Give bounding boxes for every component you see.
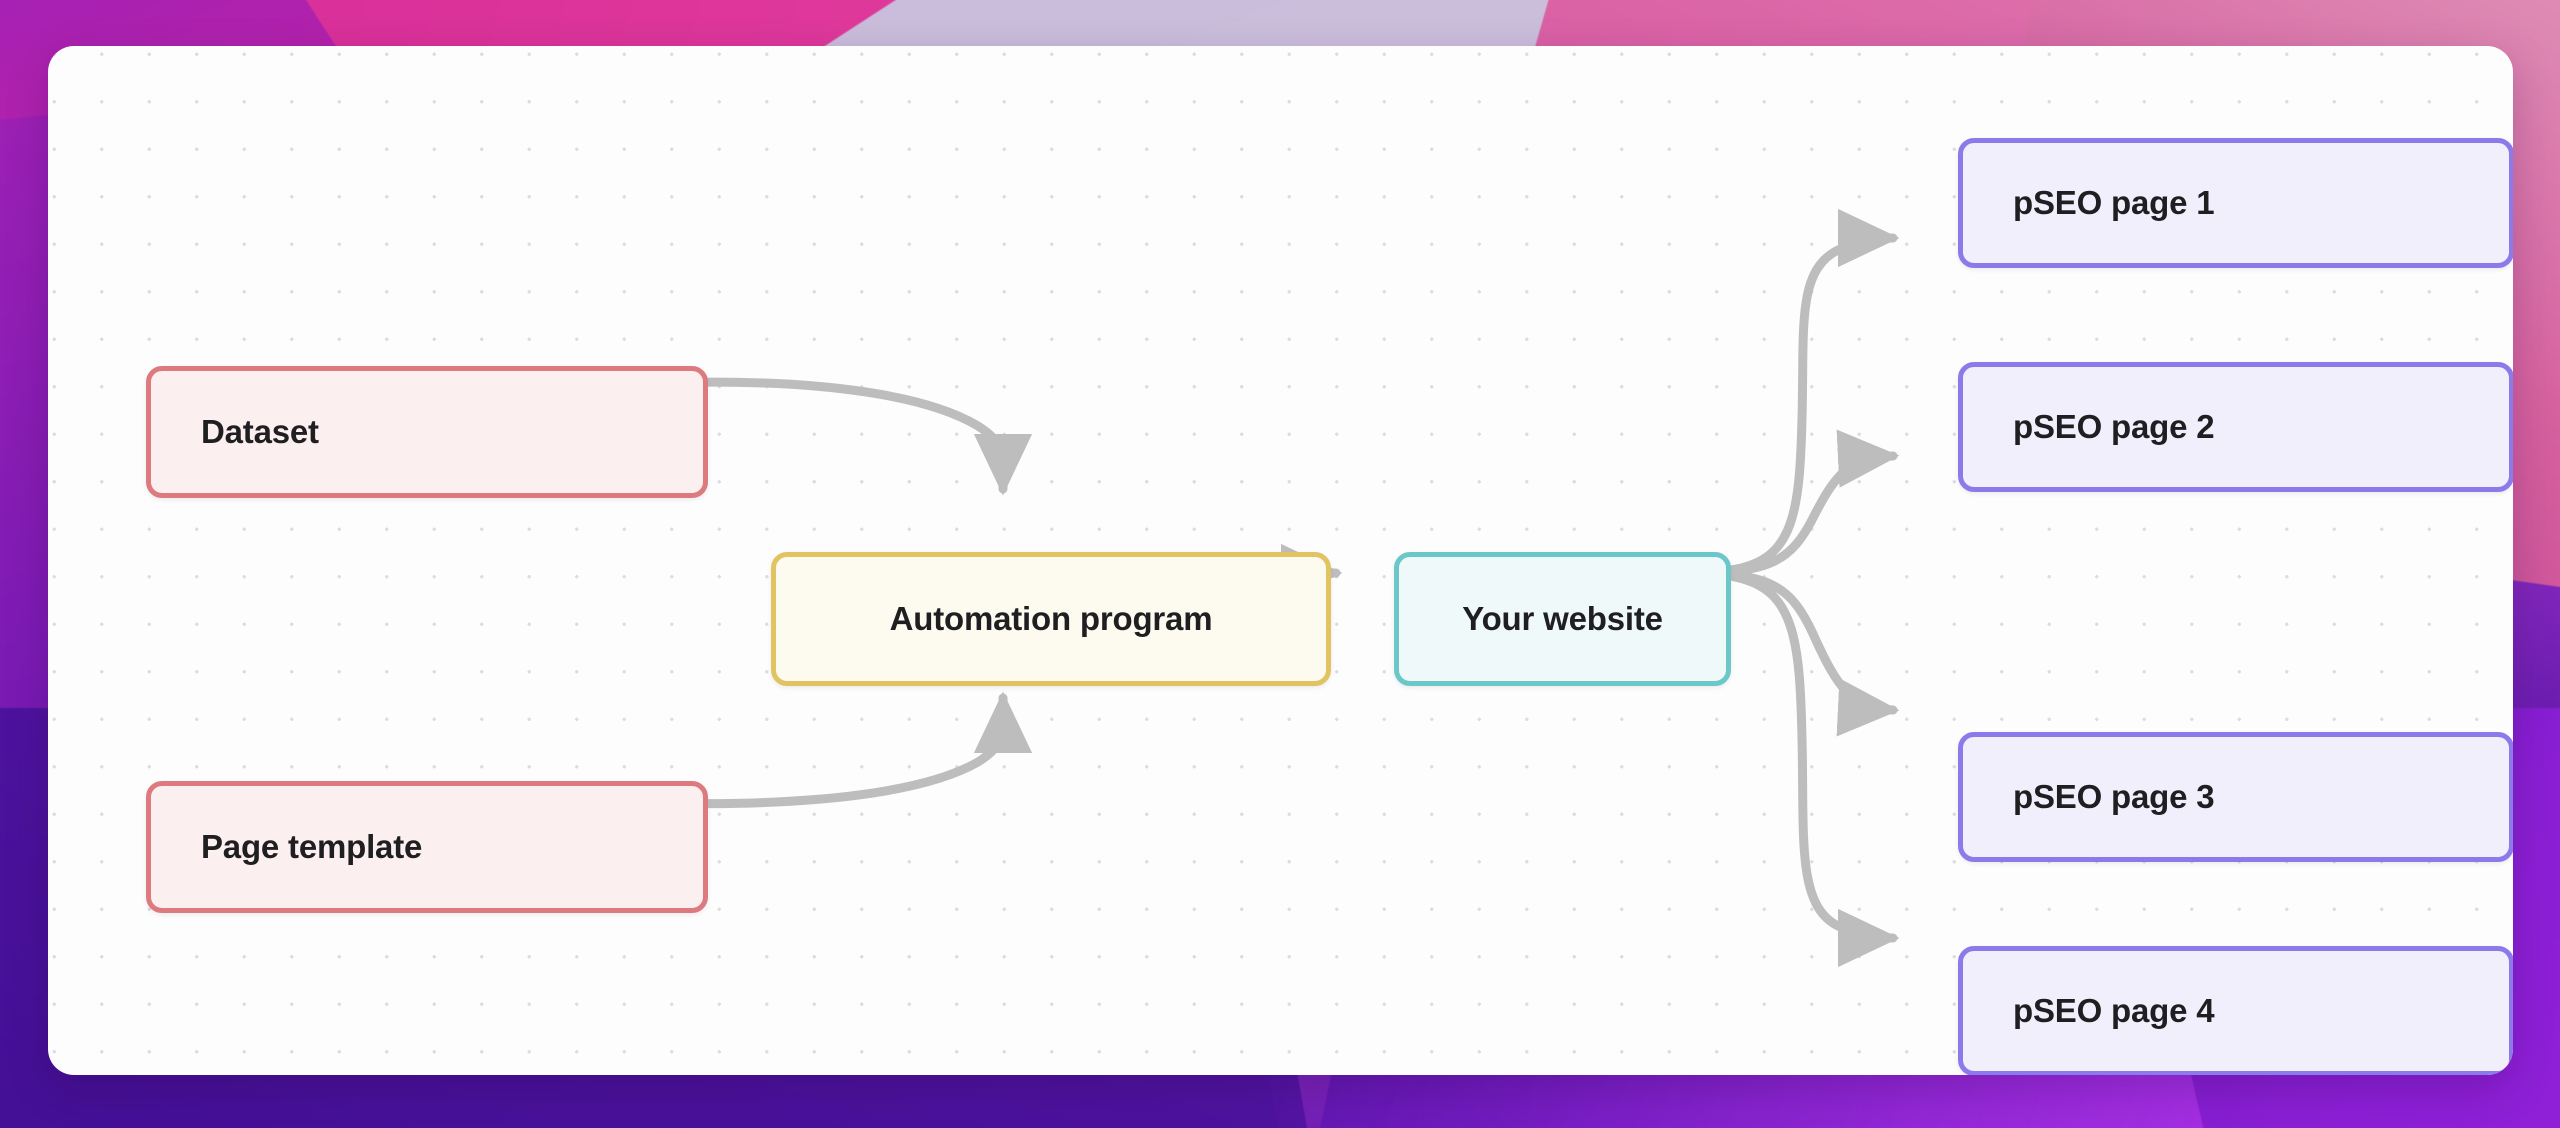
node-pseo-page-3[interactable]: pSEO page 3 [1958,732,2513,862]
diagram-canvas[interactable]: Dataset Page template Automation program… [48,46,2513,1075]
node-pseo-page-3-label: pSEO page 3 [2013,778,2215,816]
node-pseo-page-4[interactable]: pSEO page 4 [1958,946,2513,1075]
node-pseo-page-1[interactable]: pSEO page 1 [1958,138,2513,268]
node-dataset[interactable]: Dataset [146,366,708,498]
node-page-template[interactable]: Page template [146,781,708,913]
edge-website-to-pseo-1 [1680,208,1900,578]
node-pseo-page-4-label: pSEO page 4 [2013,992,2215,1030]
node-dataset-label: Dataset [201,413,319,451]
node-automation-program-label: Automation program [889,600,1213,638]
node-pseo-page-2[interactable]: pSEO page 2 [1958,362,2513,492]
node-pseo-page-1-label: pSEO page 1 [2013,184,2215,222]
node-automation-program[interactable]: Automation program [771,552,1331,686]
node-pseo-page-2-label: pSEO page 2 [2013,408,2215,446]
node-your-website[interactable]: Your website [1394,552,1731,686]
node-your-website-label: Your website [1462,600,1663,638]
node-page-template-label: Page template [201,828,423,866]
